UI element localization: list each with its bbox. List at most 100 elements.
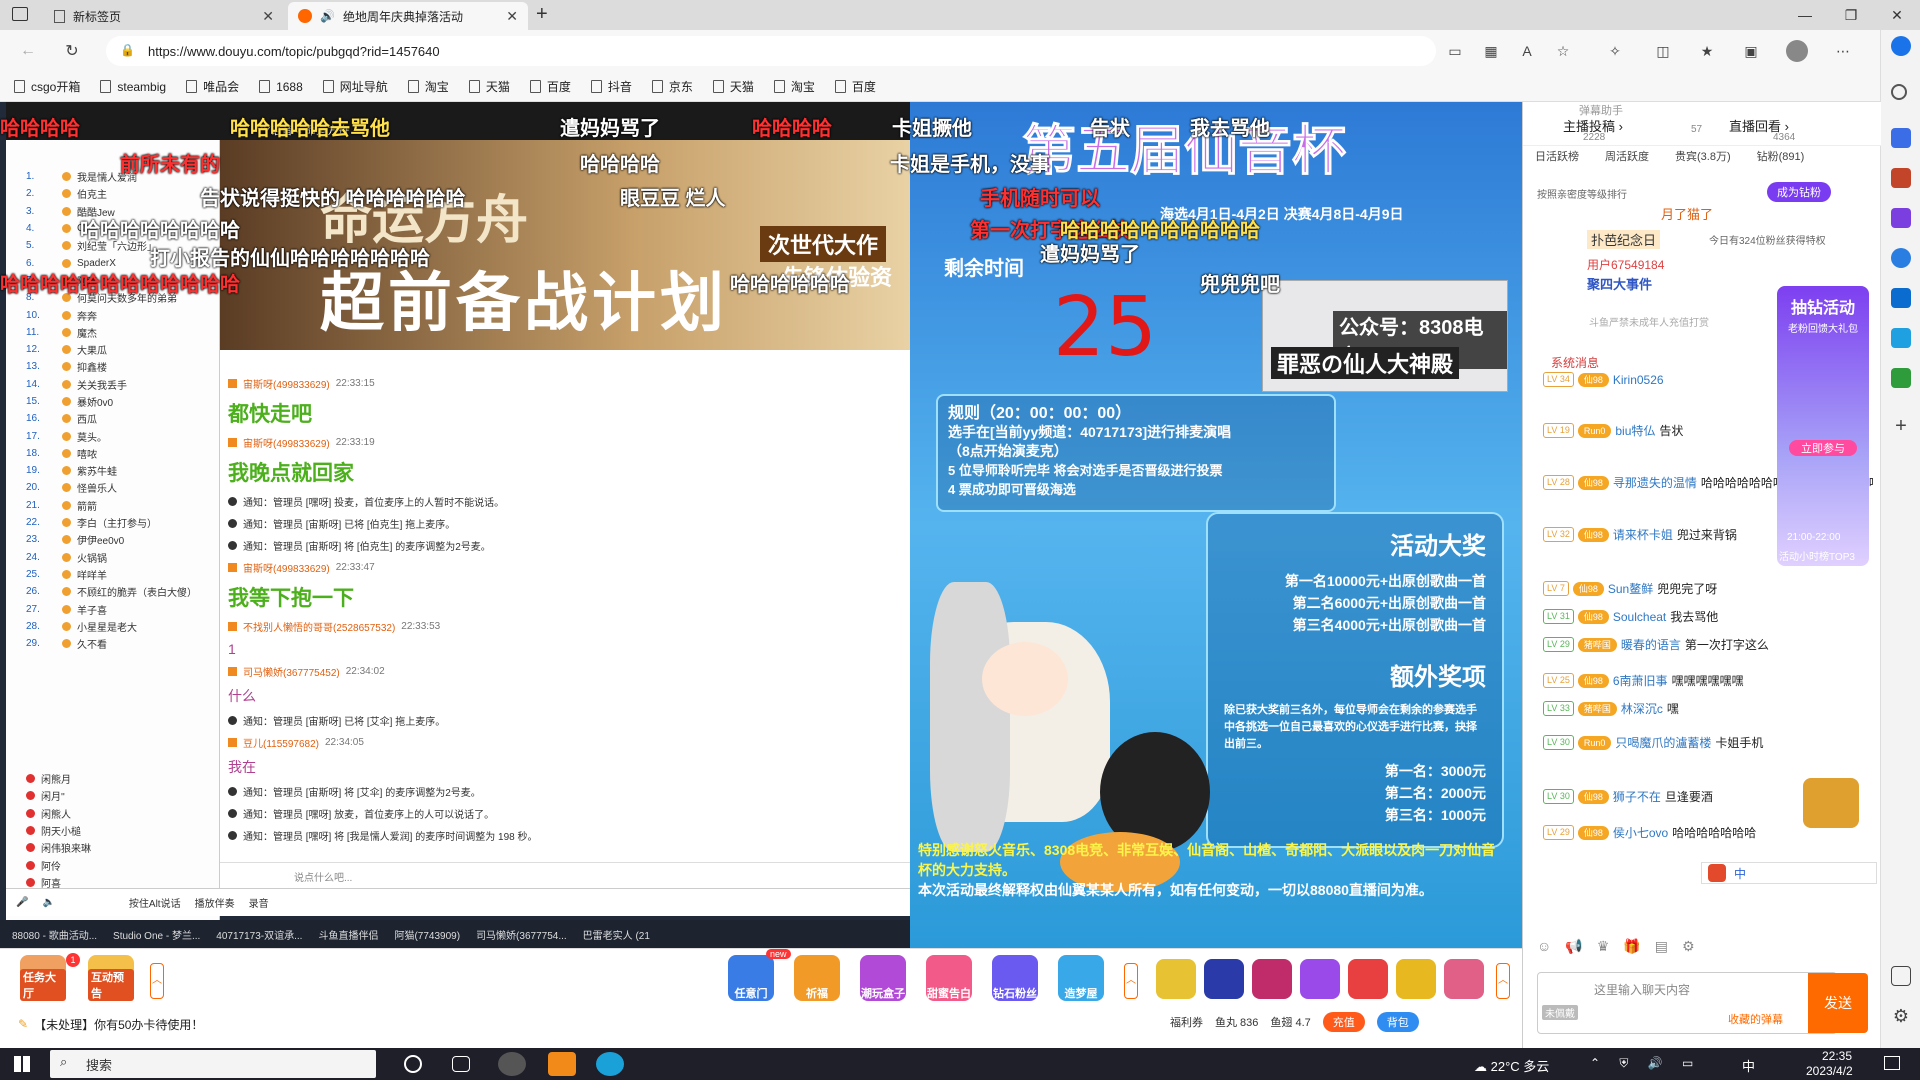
yy-member-row[interactable]: 5. 刘纪莹「六边形」 (6, 237, 219, 254)
chat-username[interactable]: 狮子不在 (1613, 788, 1661, 805)
tab-actions-icon[interactable] (12, 7, 28, 21)
chat-username[interactable]: 6南萧旧事 (1613, 672, 1668, 689)
taskbar-app[interactable]: 巴雷老实人 (21 (583, 927, 650, 942)
taskbar-app[interactable]: 40717173-双谊承... (216, 927, 302, 942)
bookmark-item[interactable]: 唯品会 (186, 78, 239, 95)
tree-icon[interactable] (1891, 368, 1911, 388)
search-icon[interactable] (1891, 84, 1907, 100)
steam-icon[interactable] (498, 1052, 526, 1076)
apps-icon[interactable]: ▦ (1480, 40, 1502, 62)
notification-center-icon[interactable] (1884, 1056, 1900, 1070)
chat-username[interactable]: 请来杯卡姐 (1613, 526, 1673, 543)
play-accompaniment-button[interactable]: 播放伴奏 (195, 895, 235, 910)
megaphone-icon[interactable]: 📢 (1565, 938, 1582, 955)
yy-member-row[interactable]: 10. 奔奔 (6, 306, 219, 323)
yy-member-row[interactable]: 4. Cy (6, 220, 219, 237)
taskbar-app[interactable]: 阿猫(7743909) (394, 927, 460, 942)
inventory-item-icon[interactable] (1204, 959, 1244, 999)
yy-guest-row[interactable]: 阿伶 (6, 856, 220, 873)
chat-message-row[interactable]: LV 33 猪哔国 林深沉c 嘿 (1543, 700, 1873, 717)
yy-chat-input[interactable]: 说点什么吧... (220, 862, 912, 888)
chat-username[interactable]: Soulcheat (1613, 610, 1666, 624)
chat-message-row[interactable]: LV 25 仙98 6南萧旧事 嘿嘿嘿嘿嘿嘿 (1543, 672, 1873, 689)
mic-icon[interactable]: 🎤 (16, 897, 28, 908)
chat-user[interactable]: 司马懒娇(367775452) (243, 664, 340, 679)
settings-gear-icon[interactable]: ⚙ (1891, 1006, 1911, 1026)
ime-mode[interactable]: 中 (1734, 865, 1746, 882)
tab-new-tab[interactable]: 新标签页 ✕ (44, 2, 284, 30)
yy-member-row[interactable]: 21. 箭箭 (6, 497, 219, 514)
tag-icon[interactable] (1891, 128, 1911, 148)
gift-icon[interactable]: 🎁 (1623, 938, 1640, 955)
chat-message-row[interactable]: LV 7 仙98 Sun鳌鲜 兜兜完了呀 (1543, 580, 1873, 597)
restore-button[interactable]: ❐ (1828, 0, 1874, 30)
split-screen-icon[interactable]: ◫ (1652, 40, 1674, 62)
inventory-item-icon[interactable] (1444, 959, 1484, 999)
yy-member-row[interactable]: 15. 暴娇0v0 (6, 393, 219, 410)
refresh-button[interactable]: ↻ (58, 38, 86, 64)
new-tab-button[interactable]: + (536, 3, 548, 26)
copilot-icon[interactable] (1891, 248, 1911, 268)
yy-member-row[interactable]: 28. 小星星是老大 (6, 618, 219, 635)
read-aloud-icon[interactable]: ▭ (1444, 40, 1466, 62)
yy-member-row[interactable]: 26. 不顾红的脆弄（表白大傻） (6, 583, 219, 600)
tab-weekly[interactable]: 周活跃度 (1605, 148, 1649, 170)
welfare-coupon[interactable]: 福利券 (1170, 1014, 1203, 1030)
bookmark-item[interactable]: 淘宝 (773, 78, 815, 95)
yy-member-row[interactable]: 12. 大果瓜 (6, 341, 219, 358)
chat-username[interactable]: Sun鳌鲜 (1608, 580, 1653, 597)
add-icon[interactable]: + (1891, 416, 1911, 436)
send-icon[interactable] (1891, 328, 1911, 348)
bookmark-item[interactable]: csgo开箱 (14, 78, 80, 95)
bookmark-item[interactable]: 淘宝 (407, 78, 449, 95)
gift-item[interactable]: 任意门 (728, 955, 774, 1001)
treasure-chest-icon[interactable] (1803, 778, 1859, 828)
chat-username[interactable]: Kirin0526 (1613, 373, 1664, 387)
weather-widget[interactable]: ☁ 22°C 多云 (1474, 1056, 1549, 1075)
chat-user[interactable]: 豆儿(115597682) (243, 735, 319, 750)
tray-icons[interactable]: ⌃ ⛨ 🔊 ▭ (1590, 1056, 1701, 1071)
chat-username[interactable]: 寻那遗失的温情 (1613, 474, 1697, 491)
windows-start-icon[interactable] (14, 1056, 30, 1072)
yy-member-row[interactable]: 20. 怪兽乐人 (6, 479, 219, 496)
yy-guest-row[interactable]: 闲熊人 (6, 805, 220, 822)
become-diamond-fan-button[interactable]: 成为钻粉 (1767, 182, 1831, 202)
sogou-icon[interactable] (1708, 864, 1726, 882)
gift-item[interactable]: 甜蜜告白 (926, 955, 972, 1001)
yy-guest-row[interactable]: 阴天小槌 (6, 822, 220, 839)
minimize-button[interactable]: — (1782, 0, 1828, 30)
bookmark-item[interactable]: 京东 (651, 78, 693, 95)
yy-member-row[interactable]: 3. 酷酷Jew (6, 203, 219, 220)
chat-user[interactable]: 宙斯呀(499833629) (243, 376, 330, 391)
send-button[interactable]: 发送 (1808, 973, 1868, 1033)
chat-user[interactable]: 宙斯呀(499833629) (243, 560, 330, 575)
speaker-icon[interactable]: 🔈 (42, 897, 54, 908)
gift-item[interactable]: 钻石粉丝 (992, 955, 1038, 1001)
tab-vip[interactable]: 贵宾(3.8万) (1675, 148, 1731, 170)
yy-member-row[interactable]: 8. 何莫问夫数多年的弟弟 (6, 289, 219, 306)
yy-member-row[interactable]: 17. 莫头。 (6, 427, 219, 444)
inventory-item-icon[interactable] (1300, 959, 1340, 999)
unworn-badge[interactable]: 未佩戴 (1542, 1005, 1578, 1020)
expand-left-icon[interactable]: ︿ (150, 963, 164, 999)
gift-item[interactable]: 潮玩盒子 (860, 955, 906, 1001)
chat-message-row[interactable]: LV 30 Run0 只喝魔爪的瀘蓄楼 卡姐手机 (1543, 734, 1873, 751)
tray-ime[interactable]: 中 (1742, 1056, 1755, 1075)
inventory-item-icon[interactable] (1252, 959, 1292, 999)
inventory-item-icon[interactable] (1156, 959, 1196, 999)
task-hall-button[interactable]: 任务大厅 (20, 955, 66, 1001)
yy-guest-row[interactable]: 闲熊月 (6, 770, 220, 787)
chat-username[interactable]: 林深沉c (1621, 700, 1663, 717)
bing-icon[interactable] (1891, 36, 1911, 56)
chat-message-row[interactable]: LV 29 猪哔国 暖春的语言 第一次打字这么 (1543, 636, 1873, 653)
back-button[interactable]: ← (14, 38, 42, 64)
favorite-star-icon[interactable]: ☆ (1552, 40, 1574, 62)
favorites-icon[interactable]: ★ (1696, 40, 1718, 62)
bookmark-item[interactable]: 百度 (834, 78, 876, 95)
gift-item[interactable]: 祈福 (794, 955, 840, 1001)
record-button[interactable]: 录音 (249, 895, 269, 910)
taskbar-app[interactable]: 88080 - 歌曲活动... (12, 927, 97, 942)
expand-items-icon[interactable]: ︿ (1496, 963, 1510, 999)
taskbar-app[interactable]: 斗鱼直播伴侣 (318, 927, 378, 942)
bookmark-item[interactable]: 天猫 (468, 78, 510, 95)
